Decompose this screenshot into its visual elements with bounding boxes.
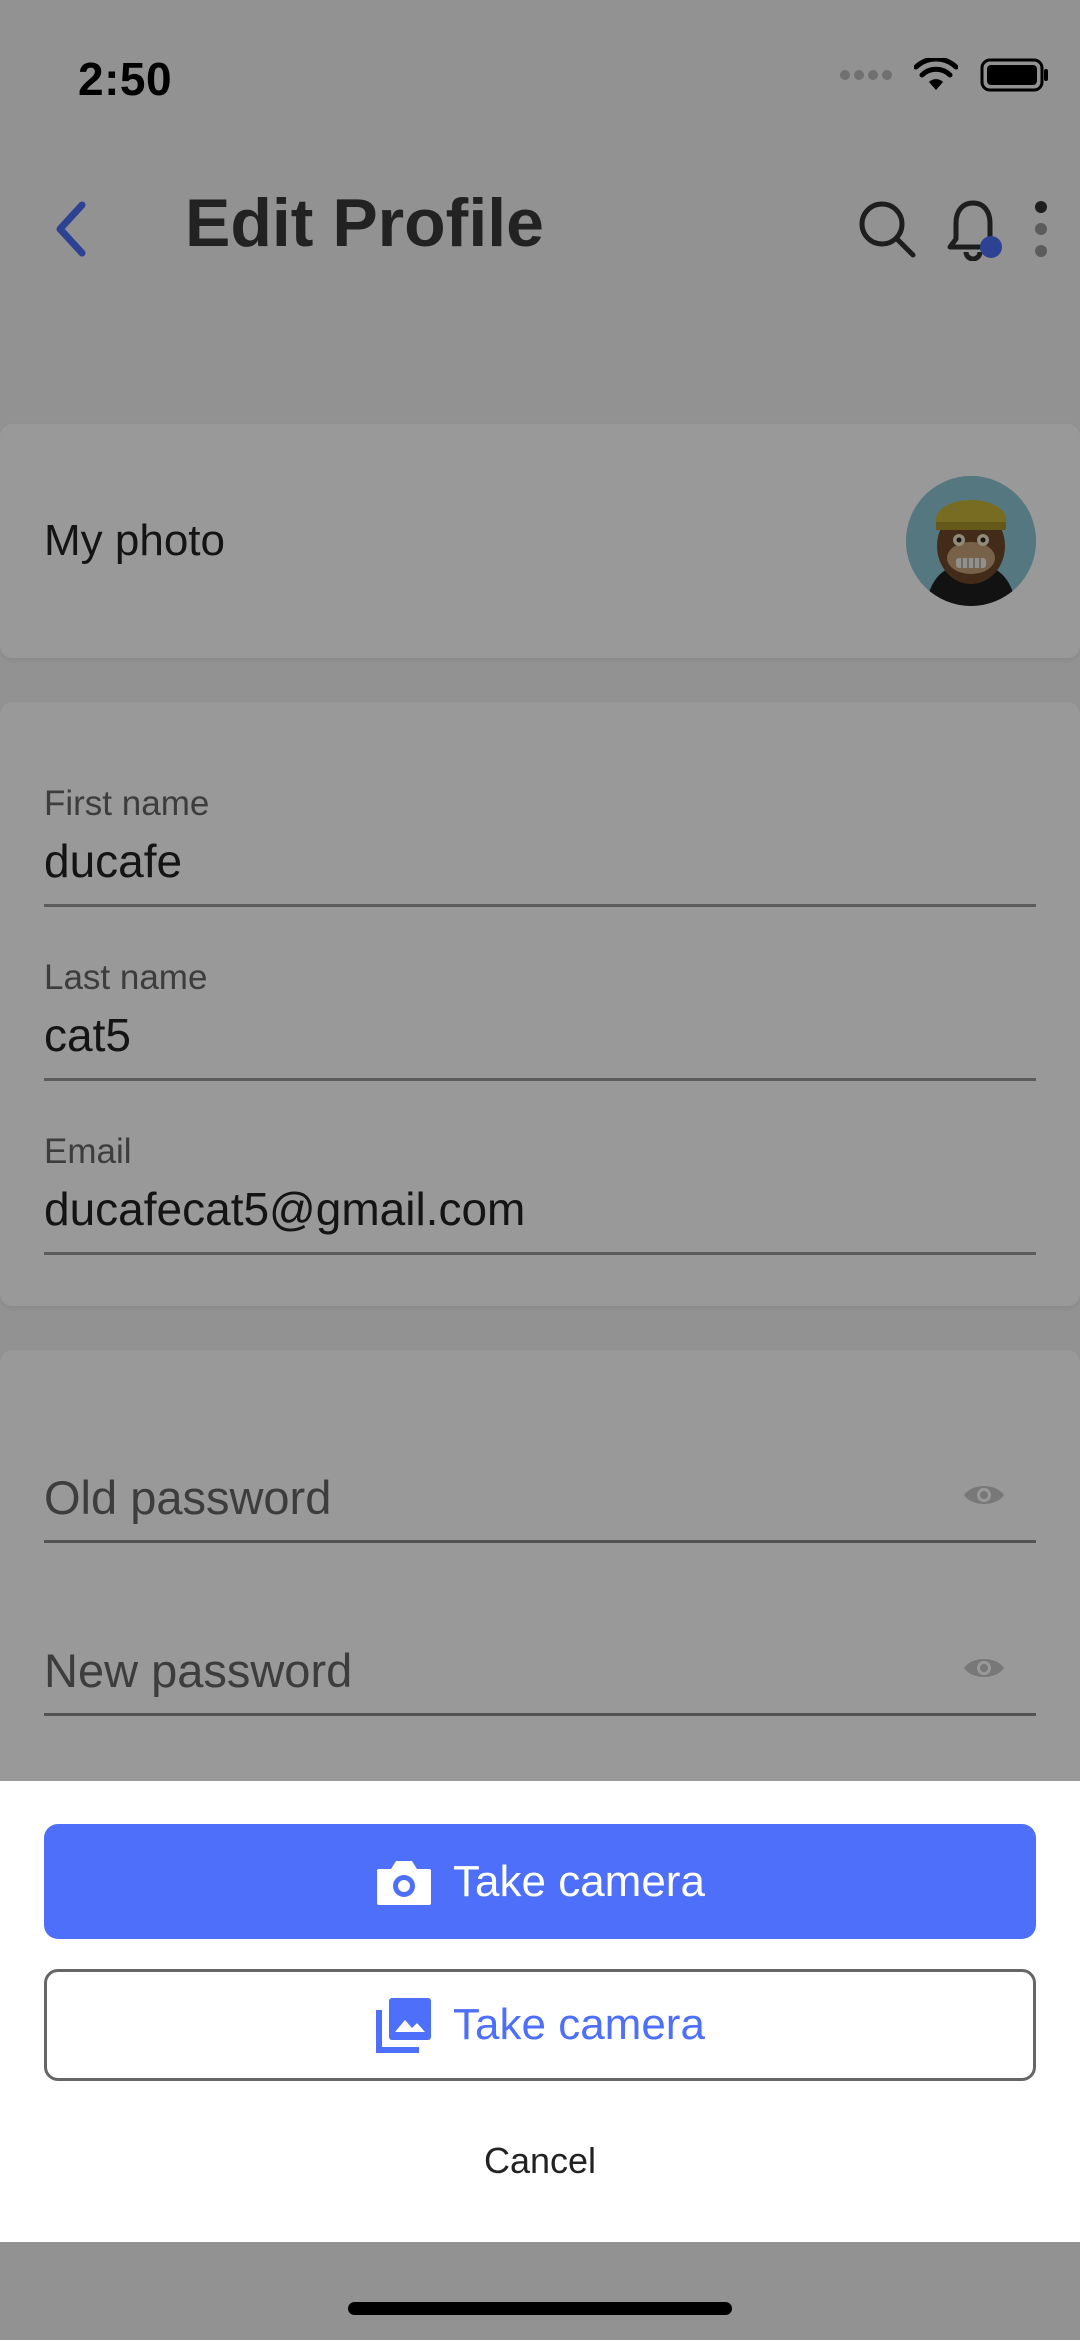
edit-profile-screen: 2:50 Edit Profile My photo First name du… xyxy=(0,0,1080,2340)
camera-icon xyxy=(377,1860,432,1905)
take-camera-label: Take camera xyxy=(453,1856,705,1906)
choose-from-gallery-button[interactable]: Take camera xyxy=(44,1969,1036,2081)
home-indicator xyxy=(348,2302,732,2315)
gallery-label: Take camera xyxy=(453,2000,705,2049)
photo-action-sheet: Take camera Take camera Cancel xyxy=(0,1781,1080,2242)
cancel-button[interactable]: Cancel xyxy=(390,2116,690,2206)
take-camera-button[interactable]: Take camera xyxy=(44,1824,1036,1939)
photo-library-icon xyxy=(376,1998,432,2053)
